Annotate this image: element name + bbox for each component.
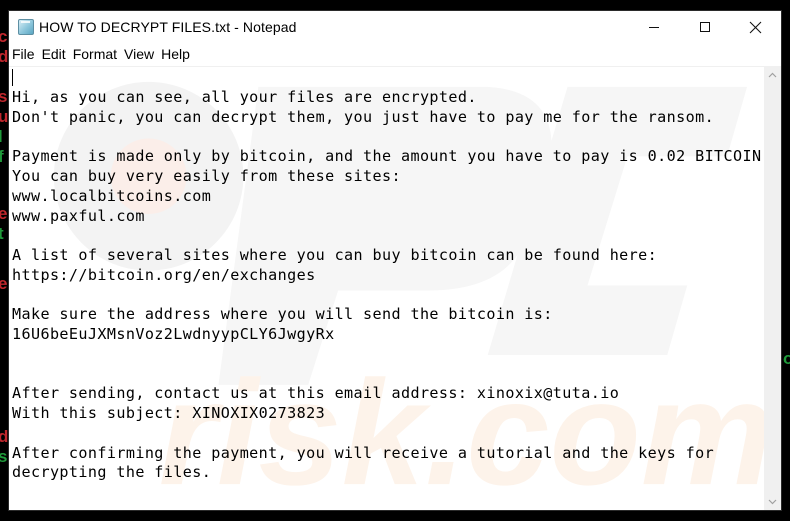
document-line: Make sure the address where you will sen… — [12, 305, 553, 324]
minimize-button[interactable] — [628, 11, 679, 43]
close-icon — [749, 21, 762, 33]
window-title: HOW TO DECRYPT FILES.txt - Notepad — [39, 19, 297, 35]
document-line: With this subject: XINOXIX0273823 — [12, 404, 326, 422]
minimize-icon — [648, 27, 659, 28]
document-line: decrypting the files. — [12, 463, 212, 482]
text-editor[interactable]: risk.com Hi, as you can see, all your fi… — [9, 66, 764, 510]
background-glyph: e — [0, 204, 8, 223]
maximize-button[interactable] — [679, 11, 730, 43]
document-content[interactable]: Hi, as you can see, all your files are e… — [9, 67, 764, 483]
window-controls — [628, 11, 781, 43]
document-line: https://bitcoin.org/en/exchanges — [12, 265, 316, 284]
title-bar[interactable]: HOW TO DECRYPT FILES.txt - Notepad — [9, 11, 781, 43]
document-line: Hi, as you can see, all your files are e… — [12, 88, 477, 106]
background-glyph: l — [0, 127, 3, 146]
menu-help[interactable]: Help — [158, 44, 194, 64]
background-glyph: s — [0, 87, 8, 106]
chevron-down-icon — [768, 499, 777, 504]
background-glyph: s — [0, 447, 8, 466]
document-line: 16U6beEuJXMsnVoz2LwdnyypCLY6JwgyRx — [12, 325, 335, 343]
document-line: A list of several sites where you can bu… — [12, 246, 658, 264]
menu-file[interactable]: File — [9, 44, 39, 64]
document-line: www.paxful.com — [12, 206, 145, 225]
background-glyph: t — [0, 224, 4, 243]
background-glyph: o — [783, 349, 790, 368]
document-line: You can buy very easily from these sites… — [12, 167, 401, 185]
document-line: After confirming the payment, you will r… — [12, 443, 715, 462]
document-line: www.localbitcoins.com — [12, 186, 212, 205]
vertical-scrollbar[interactable] — [764, 66, 781, 510]
document-line: Don't panic, you can decrypt them, you j… — [12, 107, 715, 126]
close-button[interactable] — [730, 11, 781, 43]
menu-bar: File Edit Format View Help — [9, 43, 781, 65]
notepad-window: HOW TO DECRYPT FILES.txt - Notepad File … — [8, 10, 782, 511]
chevron-up-icon — [768, 72, 777, 77]
scroll-up-button[interactable] — [764, 66, 781, 83]
maximize-icon — [699, 22, 710, 32]
document-line: Payment is made only by bitcoin, and the… — [12, 147, 762, 166]
scroll-down-button[interactable] — [764, 493, 781, 510]
notepad-icon — [18, 19, 34, 35]
menu-edit[interactable]: Edit — [39, 44, 70, 64]
background-glyph: e — [0, 274, 8, 293]
menu-view[interactable]: View — [121, 44, 158, 64]
background-glyph: c — [0, 27, 8, 46]
background-glyph: f — [0, 147, 4, 166]
document-line: After sending, contact us at this email … — [12, 384, 620, 403]
menu-format[interactable]: Format — [70, 44, 121, 64]
